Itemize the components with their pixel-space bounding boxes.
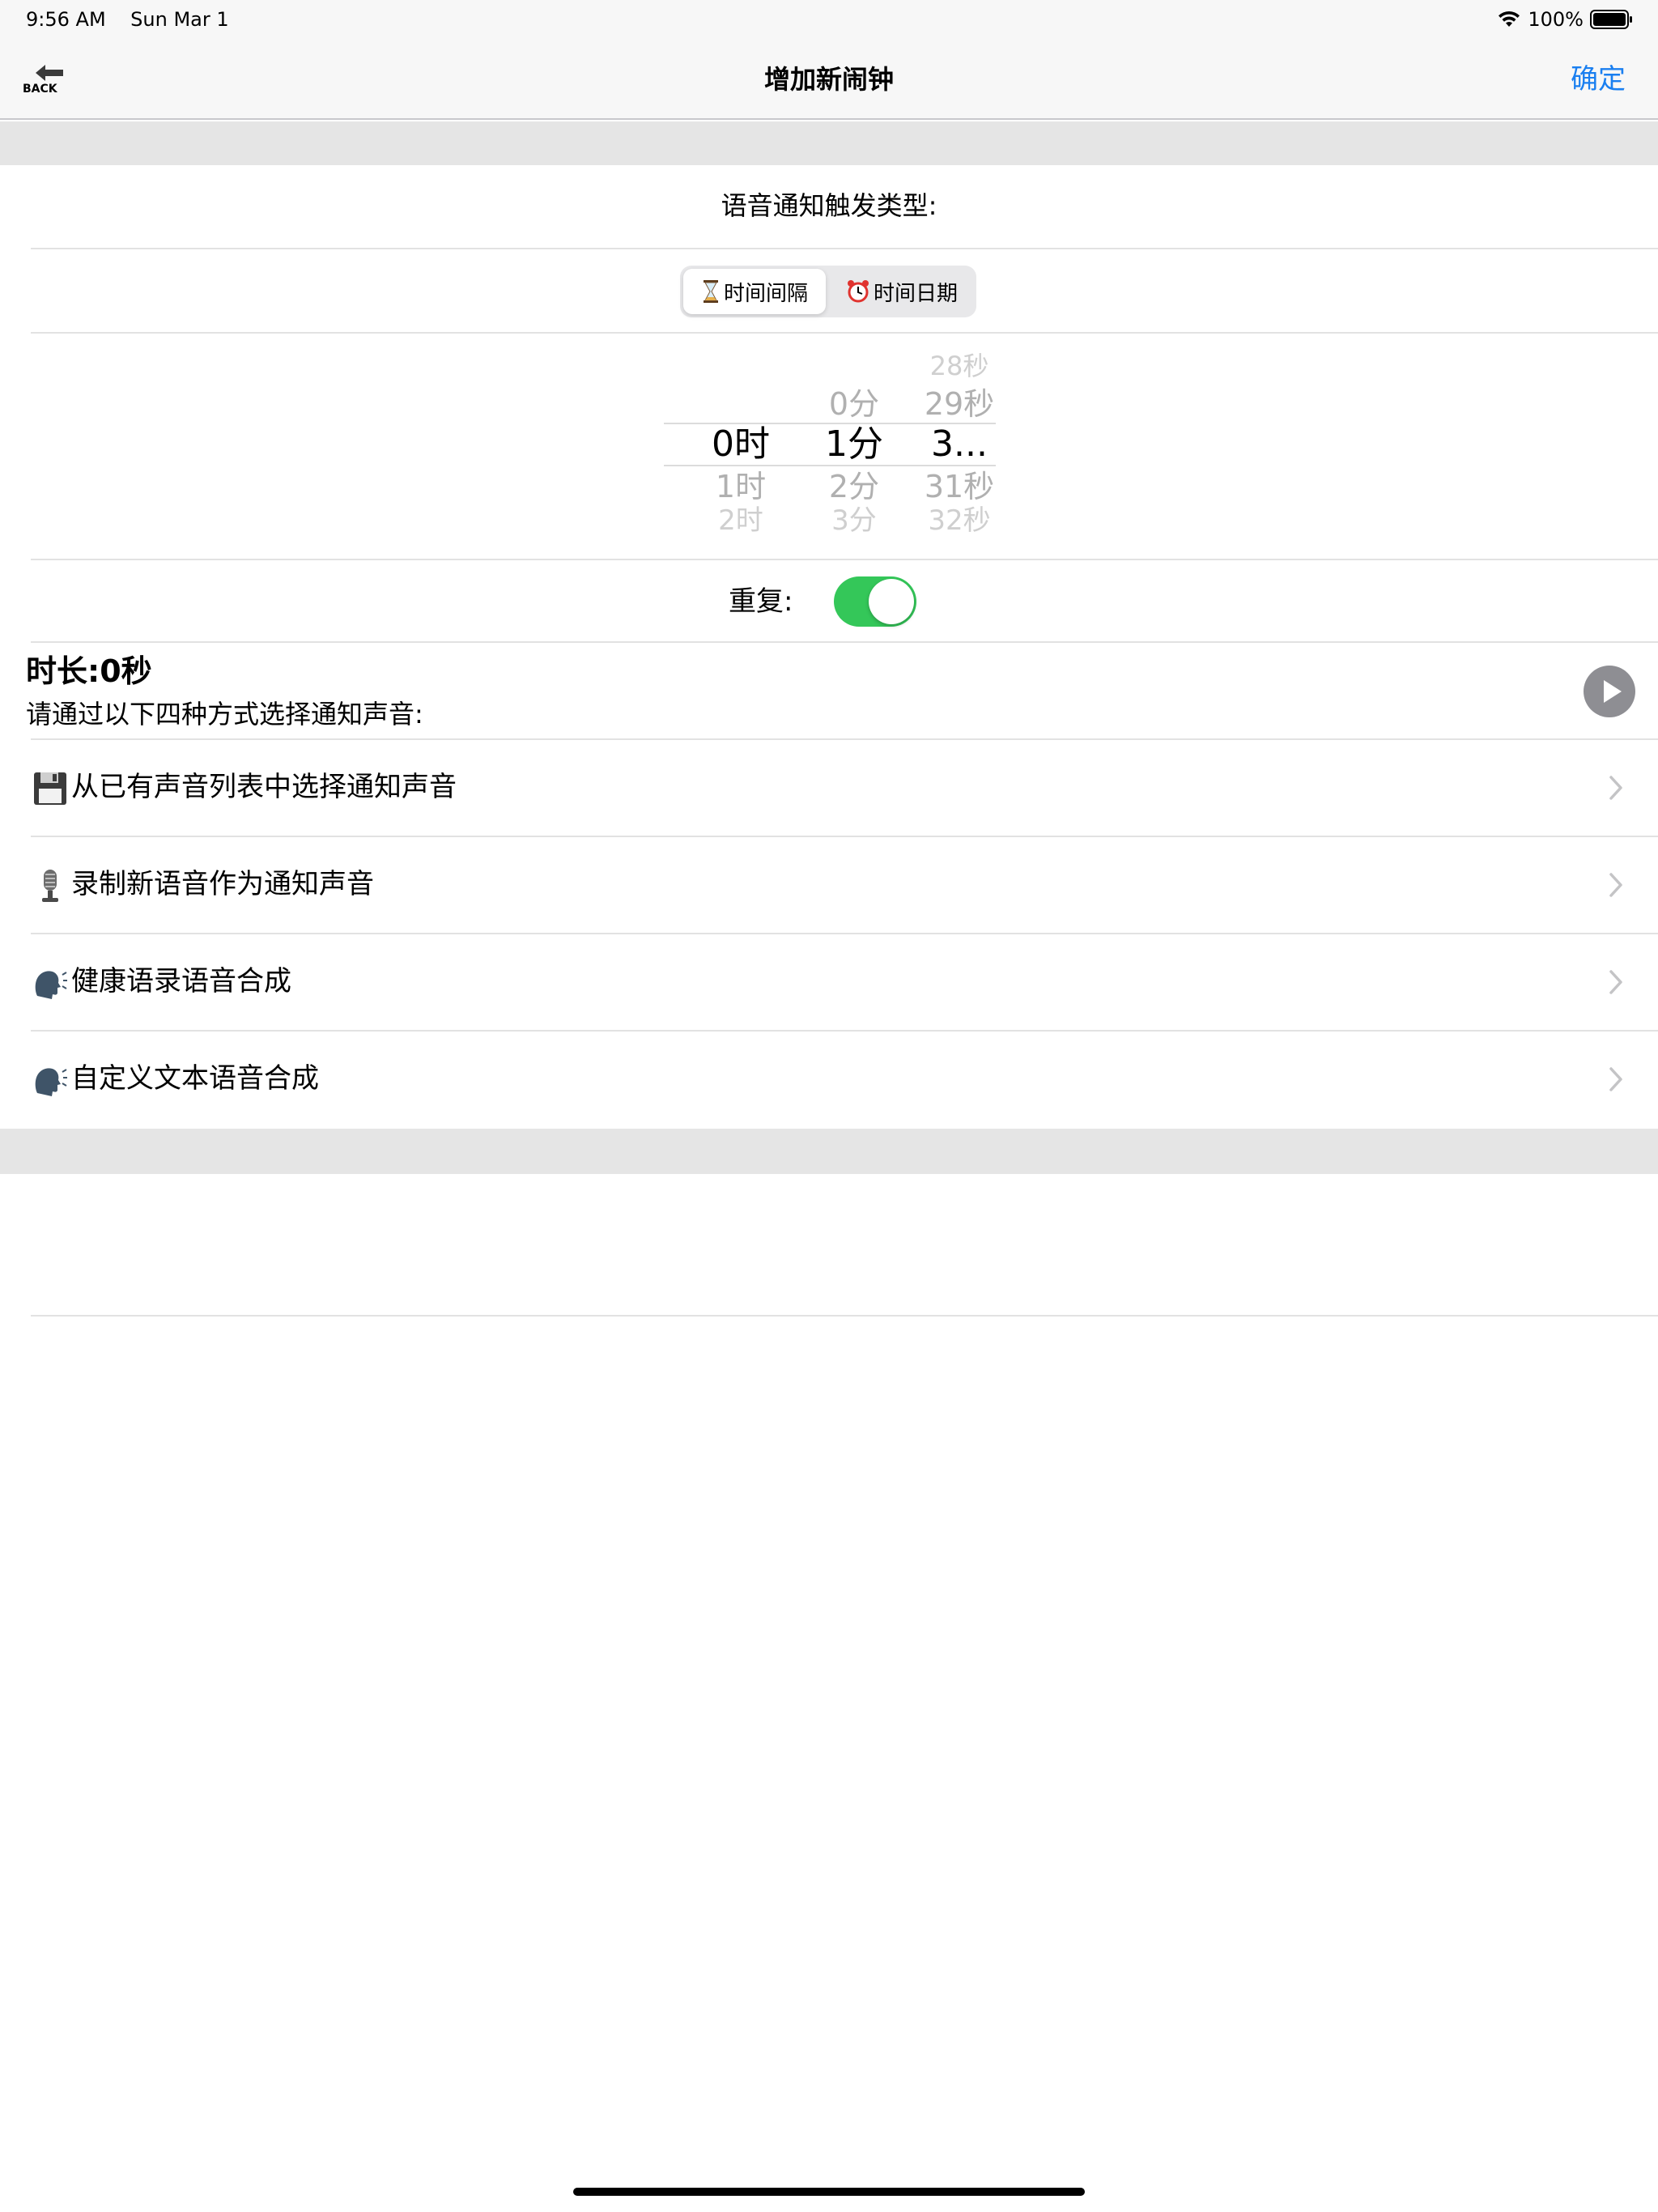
microphone-icon: [42, 870, 58, 902]
option-label: 从已有声音列表中选择通知声音: [71, 771, 457, 803]
divider: [31, 559, 1658, 560]
duration-label: 时长:0秒: [26, 653, 152, 689]
section-spacer-top: [0, 121, 1658, 165]
hourglass-icon: [703, 280, 718, 303]
status-date-text: Sun Mar 1: [130, 8, 229, 31]
option-row-existing-sound[interactable]: 从已有声音列表中选择通知声音: [0, 740, 1658, 836]
divider: [31, 332, 1658, 334]
picker-seconds-option: 29秒: [924, 386, 995, 422]
wifi-icon: [1499, 11, 1520, 27]
repeat-toggle[interactable]: [834, 576, 916, 627]
speaking-head-icon: [35, 971, 67, 999]
home-indicator: [573, 2188, 1085, 2196]
segment-time-date[interactable]: 时间日期: [831, 269, 973, 314]
picker-hours-option: 1时: [715, 469, 767, 504]
floppy-disk-icon: [34, 772, 66, 805]
option-label: 录制新语音作为通知声音: [71, 868, 374, 900]
segment-time-interval[interactable]: 时间间隔: [683, 269, 826, 314]
repeat-label: 重复:: [729, 585, 793, 618]
picker-minutes-selected: 1分: [825, 423, 883, 465]
page-title: 增加新闹钟: [763, 64, 894, 95]
trigger-type-label: 语音通知触发类型:: [721, 190, 937, 221]
picker-seconds-column[interactable]: 28秒 29秒 3... 31秒 32秒: [899, 348, 996, 534]
option-row-record-voice[interactable]: 录制新语音作为通知声音: [0, 837, 1658, 933]
section-spacer-bottom: [0, 1129, 1658, 1174]
option-label: 自定义文本语音合成: [71, 1062, 319, 1095]
option-label: 健康语录语音合成: [71, 965, 291, 998]
option-row-health-quotes-tts[interactable]: 健康语录语音合成: [0, 934, 1658, 1030]
battery-icon: [1590, 10, 1632, 29]
picker-seconds-selected: 3...: [931, 423, 988, 465]
segment-time-interval-label: 时间间隔: [723, 281, 808, 306]
status-bar: [0, 0, 1658, 39]
toggle-knob: [869, 579, 914, 624]
picker-hours-column[interactable]: 0时 1时 2时: [680, 348, 801, 534]
picker-minutes-column[interactable]: 0分 1分 2分 3分: [793, 348, 915, 534]
divider: [31, 248, 1658, 249]
speaking-head-icon: [35, 1068, 67, 1096]
divider: [31, 641, 1658, 643]
play-button[interactable]: [1584, 666, 1635, 717]
picker-minutes-option: 2分: [828, 469, 880, 504]
picker-hours-selected: 0时: [712, 423, 770, 465]
sound-selection-hint: 请通过以下四种方式选择通知声音:: [26, 699, 423, 730]
confirm-button[interactable]: 确定: [1571, 57, 1626, 102]
picker-seconds-option: 28秒: [929, 351, 989, 381]
status-indicators: 100%: [1497, 6, 1634, 32]
alarm-clock-icon: [847, 280, 869, 303]
chevron-right-icon: [1609, 776, 1622, 800]
chevron-right-icon: [1609, 970, 1622, 994]
picker-minutes-option: 0分: [828, 386, 880, 422]
chevron-right-icon: [1609, 873, 1622, 897]
trigger-type-segmented-control: 时间间隔 时间日期: [680, 266, 976, 317]
countdown-picker[interactable]: 0时 1时 2时 0分 1分 2分 3分 28秒 29秒 3... 31秒 32…: [664, 348, 996, 534]
segment-time-date-label: 时间日期: [873, 281, 958, 306]
chevron-right-icon: [1609, 1067, 1622, 1091]
picker-hours-option: 2时: [718, 504, 763, 534]
status-time-text: 9:56 AM: [26, 8, 106, 31]
status-time: 9:56 AM Sun Mar 1: [26, 6, 229, 32]
divider: [31, 1315, 1658, 1317]
battery-percent: 100%: [1528, 8, 1584, 31]
picker-minutes-option: 3分: [831, 504, 877, 534]
picker-seconds-option: 31秒: [924, 469, 995, 504]
picker-seconds-option: 32秒: [928, 504, 991, 534]
play-icon: [1604, 680, 1622, 703]
option-row-custom-text-tts[interactable]: 自定义文本语音合成: [0, 1032, 1658, 1127]
